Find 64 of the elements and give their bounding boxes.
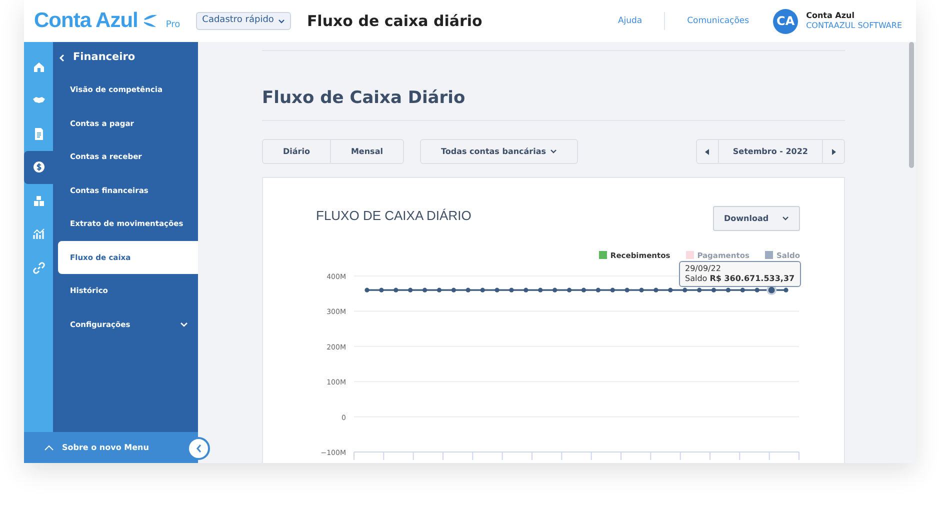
data-point[interactable] — [740, 288, 745, 293]
data-point[interactable] — [581, 288, 586, 293]
user-name: Conta Azul — [806, 11, 856, 21]
scrollbar-thumb[interactable] — [909, 42, 914, 168]
data-point[interactable] — [668, 288, 673, 293]
data-point[interactable] — [422, 288, 428, 293]
header-link[interactable]: Ajuda — [618, 14, 642, 28]
home-icon[interactable] — [32, 60, 44, 73]
about-menu-bar[interactable]: Sobre o novo Menu — [24, 432, 198, 463]
back-chevron-icon[interactable] — [59, 54, 65, 62]
sidebar-title: Financeiro — [73, 50, 136, 65]
plan-label: Pro — [166, 19, 180, 32]
data-point[interactable] — [639, 288, 644, 293]
data-point[interactable] — [480, 288, 485, 293]
data-point[interactable] — [610, 288, 615, 293]
account-filter-dropdown[interactable]: Todas contas bancárias — [420, 139, 578, 164]
bar-chart-icon[interactable] — [32, 228, 44, 240]
data-point[interactable] — [451, 288, 456, 293]
data-point[interactable] — [509, 288, 514, 293]
logo-text: Conta Azul — [34, 8, 138, 34]
period-tab[interactable]: Mensal — [330, 139, 404, 164]
data-point[interactable] — [566, 288, 572, 293]
data-point[interactable] — [494, 288, 500, 293]
data-point[interactable] — [466, 288, 470, 293]
data-point[interactable] — [408, 288, 413, 293]
next-month-button[interactable] — [822, 139, 845, 164]
chevron-down-icon — [782, 216, 789, 222]
download-dropdown[interactable]: Download — [713, 206, 800, 232]
data-point[interactable] — [682, 288, 688, 293]
boxes-icon[interactable] — [32, 194, 44, 207]
data-point[interactable] — [538, 288, 543, 293]
company-name: CONTAAZUL SOFTWARE — [806, 21, 902, 31]
link-icon[interactable] — [32, 262, 44, 274]
chevron-down-icon — [278, 18, 285, 24]
logo-icon — [142, 14, 158, 28]
chart-tooltip: 29/09/22 Saldo R$ 360.671.533,37 — [679, 261, 801, 287]
chevron-left-icon — [196, 444, 202, 453]
dollar-coin-icon[interactable] — [32, 161, 44, 174]
data-point[interactable] — [552, 288, 558, 293]
chevron-down-icon — [550, 149, 558, 154]
chart-title: FLUXO DE CAIXA DIÁRIO — [316, 207, 472, 226]
data-point[interactable] — [394, 288, 398, 293]
page-title: Fluxo de caixa diário — [306, 10, 482, 32]
triangle-right-icon — [831, 148, 836, 155]
data-point[interactable] — [524, 288, 528, 293]
section-title: Fluxo de Caixa Diário — [262, 88, 466, 108]
user-avatar[interactable]: CA — [773, 8, 798, 34]
document-icon[interactable] — [32, 128, 44, 140]
data-point[interactable] — [726, 288, 730, 293]
data-point[interactable] — [654, 288, 658, 293]
data-point[interactable] — [697, 288, 702, 293]
period-tab[interactable]: Diário — [262, 139, 331, 164]
data-point[interactable] — [364, 288, 370, 293]
month-label: Setembro - 2022 — [718, 139, 823, 164]
data-point[interactable] — [754, 288, 760, 293]
header-link[interactable]: Comunicações — [687, 14, 750, 28]
data-point[interactable] — [436, 288, 442, 293]
data-point[interactable] — [379, 288, 384, 293]
data-point[interactable] — [596, 288, 600, 293]
triangle-left-icon — [704, 148, 710, 155]
quick-add-dropdown[interactable]: Cadastro rápido — [196, 12, 291, 30]
data-point[interactable] — [711, 288, 716, 293]
data-point[interactable] — [784, 288, 788, 293]
data-point[interactable] — [624, 288, 630, 293]
